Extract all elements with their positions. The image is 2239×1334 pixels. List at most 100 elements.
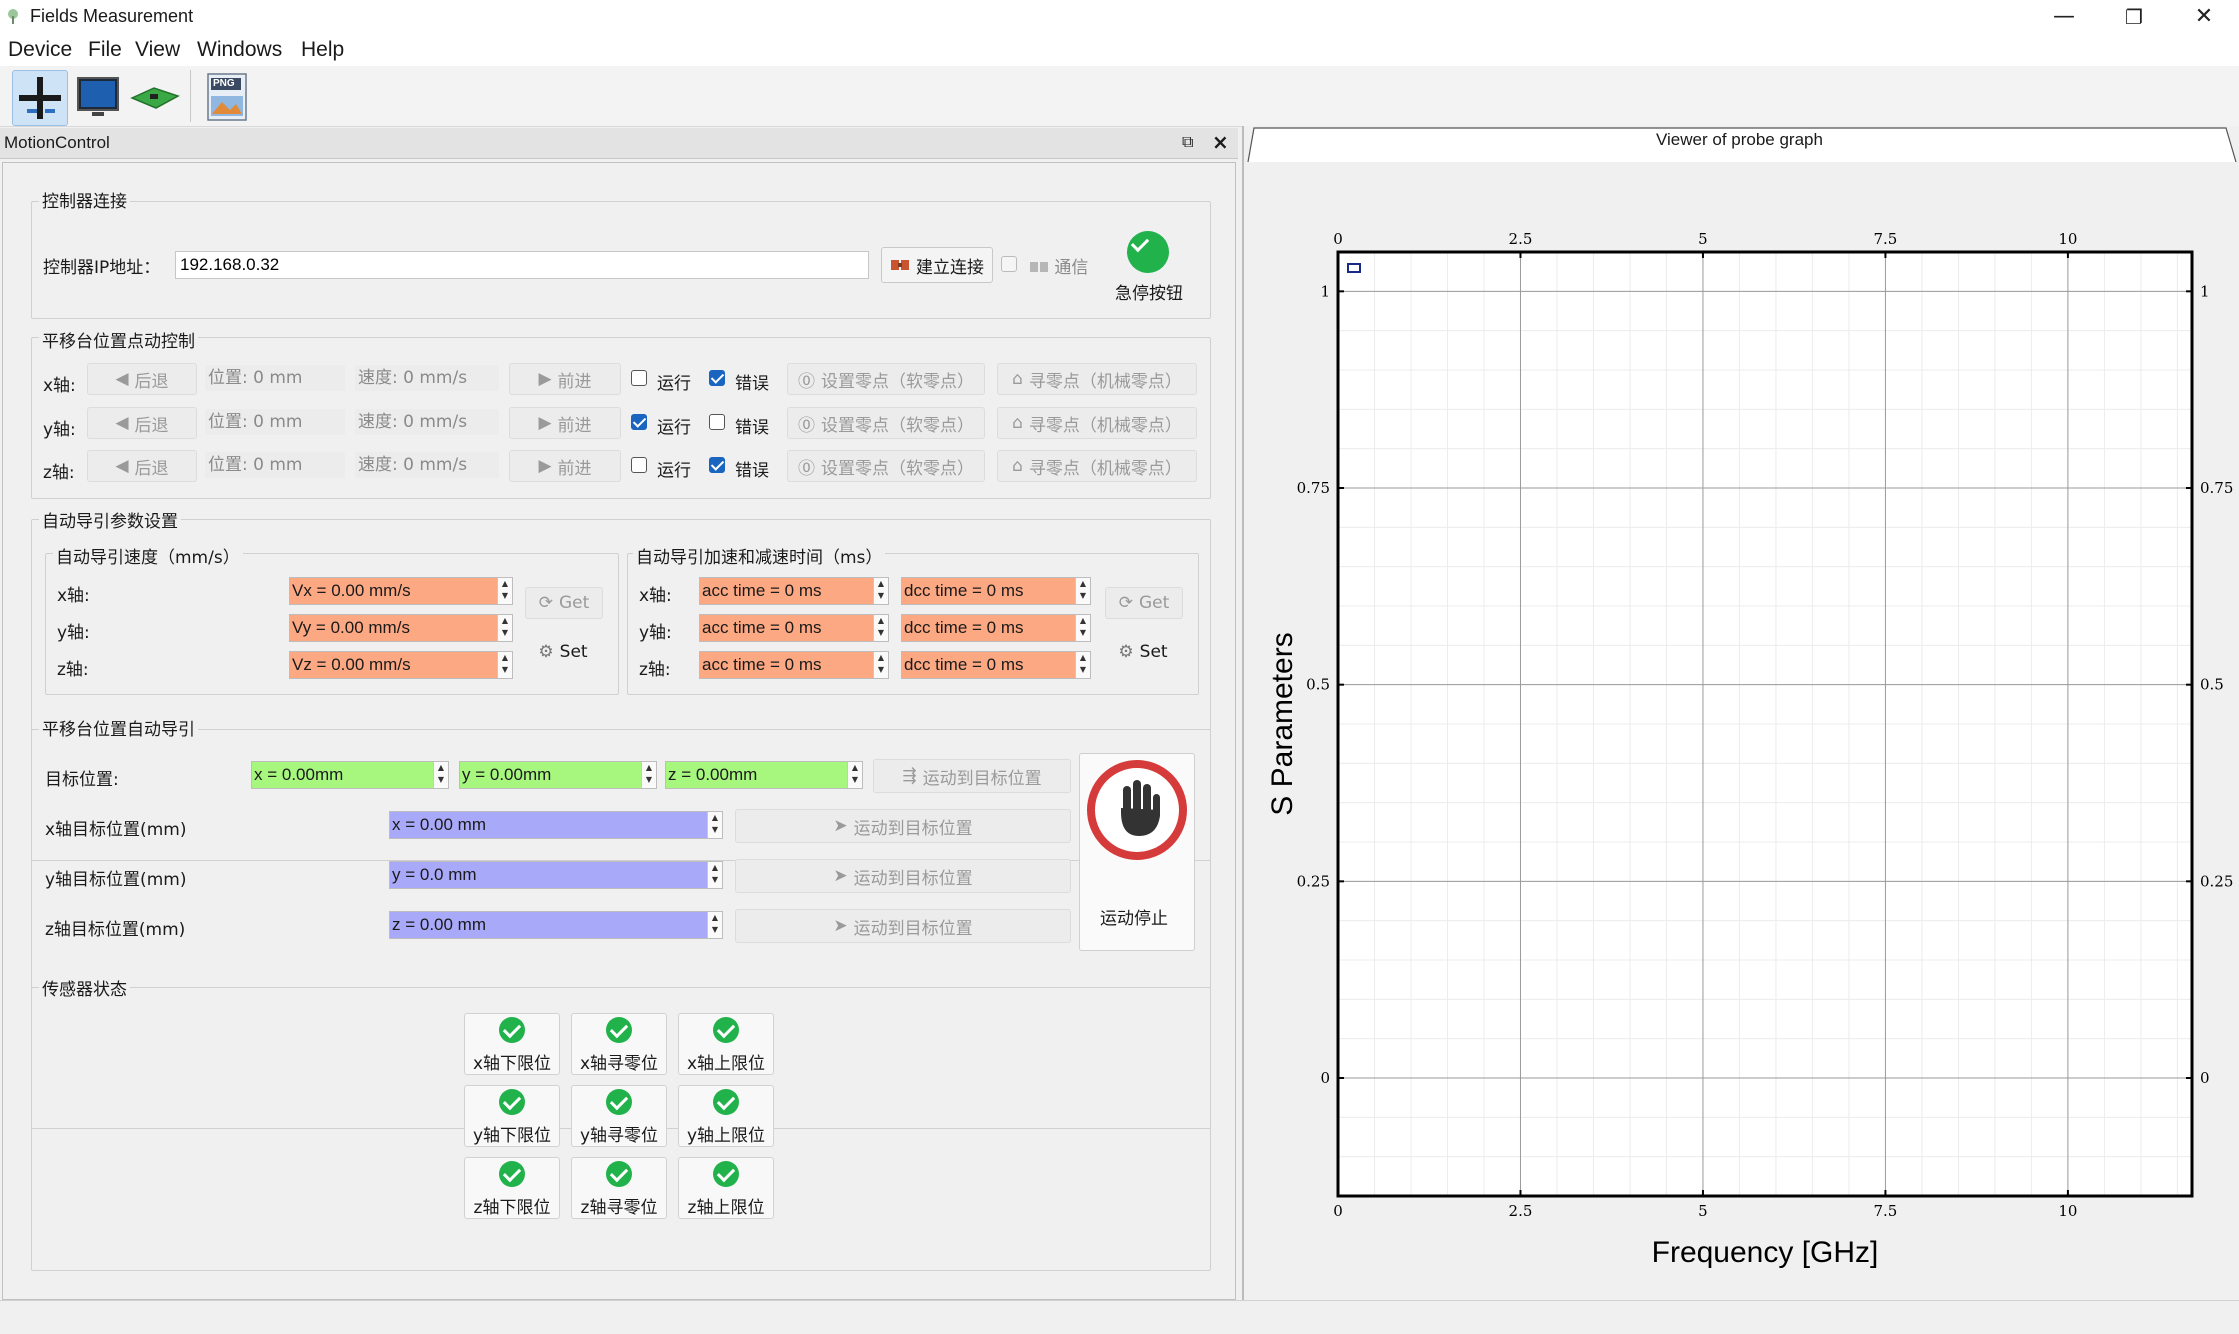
spin-arrows-icon[interactable]: ▲ ▼ — [707, 862, 722, 888]
s-parameters-chart[interactable]: 0 0 2.5 2.5 5 5 7.5 7.5 10 10 0 0 0.25 0.25 0.5 0.5 0.75… — [1244, 162, 2239, 1300]
speed-get-label: Get — [558, 593, 590, 613]
dcc-z-spinbox[interactable]: dcc time = 0 ms ▲ ▼ — [901, 651, 1091, 679]
jog-x-find-zero-button[interactable]: ⌂ 寻零点（机械零点） — [997, 363, 1197, 395]
acc-z-spinbox[interactable]: acc time = 0 ms ▲ ▼ — [699, 651, 889, 679]
spin-arrows-icon[interactable]: ▲ ▼ — [707, 812, 722, 838]
y-target-spinbox[interactable]: y = 0.0 mm ▲ ▼ — [389, 861, 723, 889]
spin-arrows-icon[interactable]: ▲ ▼ — [1075, 615, 1090, 641]
jog-y-set-zero-button[interactable]: ⓪ 设置零点（软零点） — [787, 407, 985, 439]
vz-spinbox[interactable]: Vz = 0.00 mm/s ▲ ▼ — [289, 651, 513, 679]
spin-arrows-icon[interactable]: ▲ ▼ — [873, 615, 888, 641]
jog-x-run-checkbox[interactable] — [631, 370, 647, 386]
y-tick-label: 0 — [1320, 1069, 1330, 1087]
vx-spinbox[interactable]: Vx = 0.00 mm/s ▲ ▼ — [289, 577, 513, 605]
target-y-spinbox[interactable]: y = 0.00mm ▲ ▼ — [459, 761, 657, 789]
connect-button[interactable]: 建立连接 — [881, 247, 993, 283]
accel-set-button[interactable]: ⚙ Set — [1105, 637, 1181, 667]
move-all-button[interactable]: ⇶ 运动到目标位置 — [873, 759, 1071, 793]
target-z-spinbox[interactable]: z = 0.00mm ▲ ▼ — [665, 761, 863, 789]
comm-checkbox[interactable] — [1001, 256, 1017, 272]
z-target-label: z轴目标位置(mm) — [45, 920, 186, 940]
menu-file[interactable]: File — [88, 38, 122, 62]
menu-view[interactable]: View — [135, 38, 180, 62]
jog-y-error-checkbox[interactable] — [709, 414, 725, 430]
z-target-spinbox[interactable]: z = 0.00 mm ▲ ▼ — [389, 911, 723, 939]
spin-arrows-icon[interactable]: ▲ ▼ — [707, 912, 722, 938]
jog-z-run-checkbox[interactable] — [631, 457, 647, 473]
move-z-button[interactable]: ➤ 运动到目标位置 — [735, 909, 1071, 943]
jog-x-position: 位置: 0 mm — [205, 365, 345, 391]
motion-stop-button[interactable]: 运动停止 — [1079, 753, 1195, 951]
ip-address-input[interactable] — [175, 251, 869, 279]
target-x-spinbox[interactable]: x = 0.00mm ▲ ▼ — [251, 761, 449, 789]
check-icon — [499, 1089, 525, 1115]
y-axis-label: S Parameters — [1266, 632, 1299, 815]
monitor-button[interactable] — [72, 70, 126, 124]
spin-arrows-icon[interactable]: ▲ ▼ — [433, 762, 448, 788]
acc-y-spinbox[interactable]: acc time = 0 ms ▲ ▼ — [699, 614, 889, 642]
spin-arrows-icon[interactable]: ▲ ▼ — [1075, 652, 1090, 678]
spin-arrows-icon[interactable]: ▲ ▼ — [873, 578, 888, 604]
spin-arrows-icon[interactable]: ▲ ▼ — [497, 578, 512, 604]
jog-x-error-checkbox[interactable] — [709, 370, 725, 386]
board-button[interactable] — [128, 70, 182, 124]
dock-float-icon[interactable]: ⧉ — [1182, 132, 1193, 152]
jog-y-back-label: 后退 — [134, 415, 169, 436]
spin-arrows-icon[interactable]: ▲ ▼ — [873, 652, 888, 678]
dcc-x-spinbox[interactable]: dcc time = 0 ms ▲ ▼ — [901, 577, 1091, 605]
accel-get-button[interactable]: ⟳ Get — [1105, 587, 1183, 619]
speed-set-button[interactable]: ⚙ Set — [525, 637, 601, 667]
emergency-stop-indicator[interactable] — [1127, 231, 1169, 278]
acc-x-spinbox[interactable]: acc time = 0 ms ▲ ▼ — [699, 577, 889, 605]
spin-arrows-icon[interactable]: ▲ ▼ — [497, 652, 512, 678]
jog-x-set-zero-button[interactable]: ⓪ 设置零点（软零点） — [787, 363, 985, 395]
menu-help[interactable]: Help — [301, 38, 344, 62]
jog-z-error-checkbox[interactable] — [709, 457, 725, 473]
graph-panel-title[interactable]: Viewer of probe graph — [1656, 130, 1823, 150]
y-target-value: y = 0.0 mm — [392, 865, 477, 884]
jog-y-position: 位置: 0 mm — [205, 409, 345, 435]
maximize-button[interactable]: ❐ — [2099, 0, 2169, 34]
dcc-y-value: dcc time = 0 ms — [904, 618, 1024, 637]
auto-params-group-title: 自动导引参数设置 — [39, 507, 181, 532]
jog-y-back-button[interactable]: ◀ 后退 — [87, 407, 197, 439]
play-icon: ▶ — [538, 456, 552, 476]
jog-y-run-checkbox[interactable] — [631, 414, 647, 430]
dock-close-icon[interactable]: × — [1212, 130, 1229, 154]
vz-value: Vz = 0.00 mm/s — [292, 655, 411, 674]
speed-get-button[interactable]: ⟳ Get — [525, 587, 603, 619]
move-y-button[interactable]: ➤ 运动到目标位置 — [735, 859, 1071, 893]
arrow-right-icon: ➤ — [833, 916, 848, 936]
close-button[interactable]: ✕ — [2169, 0, 2239, 34]
spin-arrows-icon[interactable]: ▲ ▼ — [847, 762, 862, 788]
spin-arrows-icon[interactable]: ▲ ▼ — [641, 762, 656, 788]
jog-z-forward-button[interactable]: ▶ 前进 — [509, 450, 621, 482]
dcc-y-spinbox[interactable]: dcc time = 0 ms ▲ ▼ — [901, 614, 1091, 642]
jog-y-forward-button[interactable]: ▶ 前进 — [509, 407, 621, 439]
motion-control-button[interactable] — [12, 70, 68, 126]
status-bar — [0, 1300, 2239, 1334]
spin-arrows-icon[interactable]: ▲ ▼ — [497, 615, 512, 641]
x-target-label: x轴目标位置(mm) — [45, 820, 187, 840]
jog-y-find-zero-button[interactable]: ⌂ 寻零点（机械零点） — [997, 407, 1197, 439]
jog-x-back-button[interactable]: ◀ 后退 — [87, 363, 197, 395]
spin-arrows-icon[interactable]: ▲ ▼ — [1075, 578, 1090, 604]
accel-subgroup-title: 自动导引加速和减速时间（ms） — [633, 543, 886, 568]
jog-z-set-zero-button[interactable]: ⓪ 设置零点（软零点） — [787, 450, 985, 482]
minimize-button[interactable]: — — [2029, 0, 2099, 34]
menu-device[interactable]: Device — [8, 38, 72, 62]
jog-x-back-label: 后退 — [134, 371, 169, 392]
move-x-button[interactable]: ➤ 运动到目标位置 — [735, 809, 1071, 843]
play-icon: ▶ — [538, 369, 552, 389]
x-target-spinbox[interactable]: x = 0.00 mm ▲ ▼ — [389, 811, 723, 839]
export-png-button[interactable]: PNG — [200, 70, 254, 124]
menu-windows[interactable]: Windows — [197, 38, 282, 62]
jog-x-forward-button[interactable]: ▶ 前进 — [509, 363, 621, 395]
controller-group-title: 控制器连接 — [39, 187, 130, 212]
play-back-icon: ◀ — [115, 456, 129, 476]
vy-spinbox[interactable]: Vy = 0.00 mm/s ▲ ▼ — [289, 614, 513, 642]
jog-z-back-button[interactable]: ◀ 后退 — [87, 450, 197, 482]
jog-z-find-zero-button[interactable]: ⌂ 寻零点（机械零点） — [997, 450, 1197, 482]
target-position-label: 目标位置: — [45, 770, 119, 790]
jog-z-run-label: 运行 — [657, 461, 691, 481]
